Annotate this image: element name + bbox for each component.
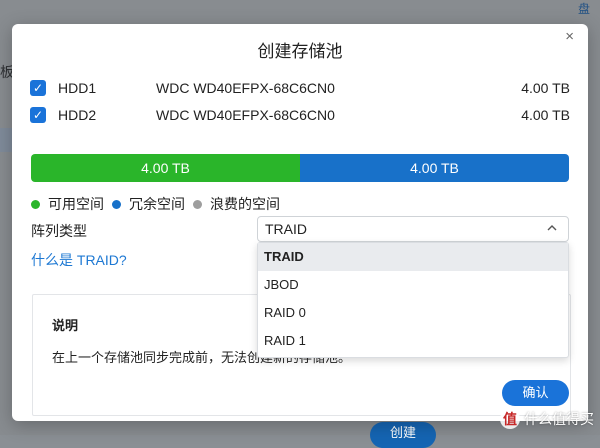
legend-dot-icon bbox=[31, 199, 40, 209]
legend-label: 冗余空间 bbox=[129, 196, 185, 212]
capacity-bar: 4.00 TB 4.00 TB bbox=[31, 154, 569, 182]
background-create-button: 创建 bbox=[370, 422, 436, 448]
disk-row-hdd1[interactable]: ✓ HDD1 WDC WD40EFPX-68C6CN0 4.00 TB bbox=[30, 78, 570, 100]
legend-label: 可用空间 bbox=[48, 196, 104, 212]
checkbox-hdd2[interactable]: ✓ bbox=[30, 107, 46, 123]
legend-dot-icon bbox=[112, 199, 121, 209]
raid-option-raid1[interactable]: RAID 1 bbox=[258, 327, 568, 355]
capacity-segment-available: 4.00 TB bbox=[31, 154, 300, 182]
what-is-traid-link[interactable]: 什么是 TRAID? bbox=[31, 250, 127, 270]
dialog-title: 创建存储池 bbox=[257, 42, 343, 61]
watermark-logo-icon: 值 bbox=[500, 409, 520, 429]
disk-name: HDD2 bbox=[58, 107, 97, 123]
legend-item-wasted: 浪费的空间 bbox=[193, 194, 280, 214]
legend-dot-icon bbox=[193, 199, 202, 209]
chevron-up-icon bbox=[547, 225, 557, 231]
raid-option-traid[interactable]: TRAID bbox=[258, 243, 568, 271]
close-icon[interactable]: × bbox=[565, 29, 574, 45]
legend-item-available: 可用空间 bbox=[31, 194, 104, 214]
raid-option-jbod[interactable]: JBOD bbox=[258, 271, 568, 299]
disk-size: 4.00 TB bbox=[521, 80, 570, 96]
capacity-legend: 可用空间 冗余空间 浪费的空间 bbox=[31, 194, 288, 214]
raid-type-value: TRAID bbox=[265, 221, 307, 237]
disk-name: HDD1 bbox=[58, 80, 97, 96]
raid-type-dropdown: TRAID JBOD RAID 0 RAID 1 bbox=[257, 242, 569, 358]
confirm-button[interactable]: 确认 bbox=[502, 380, 569, 406]
raid-type-label: 阵列类型 bbox=[31, 223, 87, 239]
legend-item-redundant: 冗余空间 bbox=[112, 194, 185, 214]
raid-type-select[interactable]: TRAID bbox=[257, 216, 569, 242]
watermark-text: 什么值得买 bbox=[524, 411, 594, 427]
raid-option-raid0[interactable]: RAID 0 bbox=[258, 299, 568, 327]
capacity-segment-redundant: 4.00 TB bbox=[300, 154, 569, 182]
disk-row-hdd2[interactable]: ✓ HDD2 WDC WD40EFPX-68C6CN0 4.00 TB bbox=[30, 105, 570, 127]
disk-model: WDC WD40EFPX-68C6CN0 bbox=[156, 107, 335, 123]
disk-size: 4.00 TB bbox=[521, 107, 570, 123]
create-storage-pool-dialog: 创建存储池 × ✓ HDD1 WDC WD40EFPX-68C6CN0 4.00… bbox=[12, 24, 588, 421]
checkbox-hdd1[interactable]: ✓ bbox=[30, 80, 46, 96]
disk-model: WDC WD40EFPX-68C6CN0 bbox=[156, 80, 335, 96]
watermark: 值 什么值得买 bbox=[500, 409, 594, 429]
description-title: 说明 bbox=[52, 318, 79, 333]
legend-label: 浪费的空间 bbox=[210, 196, 280, 212]
